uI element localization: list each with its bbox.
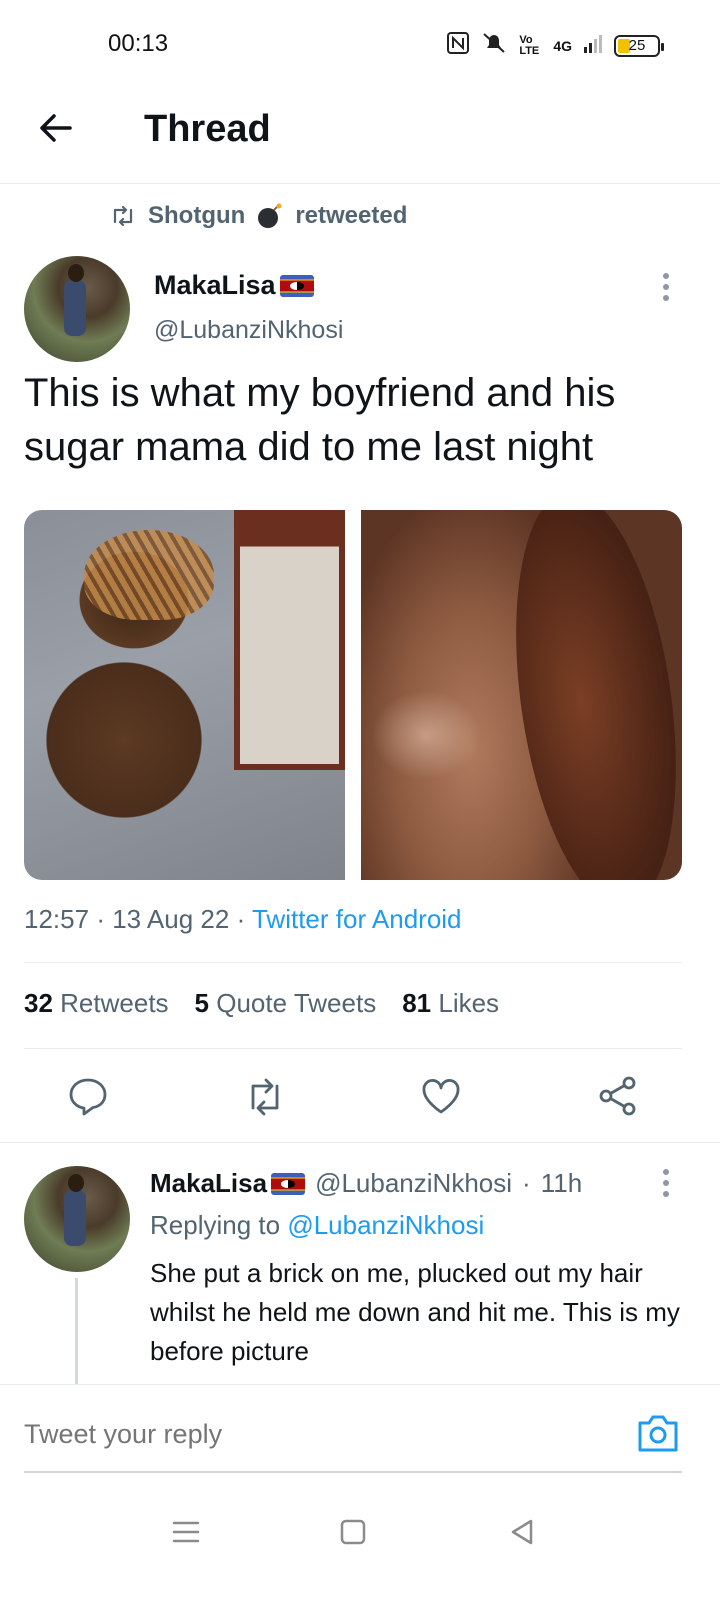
menu-icon — [172, 1521, 200, 1543]
tweet-meta: 12:57 · 13 Aug 22 · Twitter for Android — [24, 904, 462, 935]
quotes-stat[interactable]: 5 Quote Tweets — [195, 988, 377, 1019]
status-icons: Vo LTE 4G 25 — [447, 32, 664, 59]
reply-avatar[interactable] — [24, 1166, 130, 1272]
avatar[interactable] — [24, 256, 130, 362]
menu-button[interactable] — [166, 1512, 206, 1552]
back-triangle-icon — [511, 1519, 533, 1545]
home-square-icon — [340, 1519, 366, 1545]
flag-icon — [279, 274, 314, 297]
reply-author-handle[interactable]: @LubanziNkhosi — [315, 1168, 512, 1199]
divider — [0, 1142, 720, 1143]
page-title: Thread — [144, 108, 271, 150]
like-button[interactable] — [419, 1074, 463, 1118]
retweets-stat[interactable]: 32 Retweets — [24, 988, 169, 1019]
status-time: 00:13 — [108, 30, 169, 57]
tweet-stats: 32 Retweets 5 Quote Tweets 81 Likes — [24, 988, 499, 1019]
author-name: MakaLisa — [154, 270, 276, 300]
tweet-photo-1[interactable] — [24, 510, 345, 880]
divider — [24, 962, 682, 963]
retweeted-label: retweeted — [295, 202, 408, 229]
tweet-text: This is what my boyfriend and his sugar … — [24, 371, 616, 469]
reply-author-name[interactable]: MakaLisa — [150, 1168, 267, 1199]
reply-header: MakaLisa @LubanziNkhosi · 11h — [150, 1168, 582, 1199]
reply-button[interactable] — [66, 1074, 110, 1118]
retweet-note: Shotgun retweeted — [110, 202, 407, 230]
divider — [24, 1048, 682, 1049]
mute-icon — [481, 32, 507, 59]
reply-age: 11h — [540, 1168, 583, 1198]
likes-count: 81 — [402, 988, 432, 1018]
back-arrow-icon — [40, 114, 72, 142]
reply-separator: · — [522, 1168, 531, 1198]
replying-to-handle[interactable]: @LubanziNkhosi — [287, 1210, 484, 1240]
nfc-icon — [447, 32, 470, 59]
reply-composer — [0, 1384, 720, 1484]
likes-label: Likes — [438, 988, 500, 1018]
retweets-label: Retweets — [60, 988, 169, 1018]
meta-separator: · — [96, 904, 113, 934]
reply-more-options-button[interactable] — [656, 1166, 676, 1200]
back-button[interactable] — [34, 106, 78, 150]
retweet-icon — [251, 1078, 279, 1116]
replying-to: Replying to @LubanziNkhosi — [150, 1210, 484, 1241]
meta-separator: · — [236, 904, 252, 934]
volte-icon: Vo LTE — [519, 33, 540, 57]
system-nav-bar — [0, 1490, 720, 1600]
network-icon: 4G — [553, 37, 572, 54]
thread-header: Thread — [0, 90, 720, 184]
system-back-button[interactable] — [502, 1512, 542, 1552]
retweets-count: 32 — [24, 988, 53, 1018]
quotes-count: 5 — [194, 988, 210, 1018]
replying-label: Replying to — [150, 1210, 281, 1240]
camera-icon — [638, 1415, 678, 1452]
share-icon — [599, 1076, 636, 1116]
like-icon — [422, 1079, 460, 1114]
retweeter-name[interactable]: Shotgun — [148, 202, 245, 230]
author-handle[interactable]: @LubanziNkhosi — [154, 316, 343, 345]
retweet-button[interactable] — [243, 1074, 287, 1118]
tweet-time: 12:57 — [24, 904, 90, 934]
flag-icon — [271, 1172, 306, 1195]
more-icon — [663, 273, 669, 301]
bomb-emoji-icon — [257, 203, 283, 229]
home-button[interactable] — [333, 1512, 373, 1552]
quotes-label: Quote Tweets — [216, 988, 377, 1018]
likes-stat[interactable]: 81 Likes — [402, 988, 499, 1019]
battery-level: 25 — [628, 37, 646, 54]
reply-text: She put a brick on me, plucked out my ha… — [150, 1258, 680, 1366]
reply-icon — [69, 1078, 107, 1116]
share-button[interactable] — [596, 1074, 640, 1118]
camera-button[interactable] — [636, 1413, 680, 1453]
more-options-button[interactable] — [656, 270, 676, 304]
more-icon — [663, 1169, 669, 1197]
thread-connector-line — [75, 1278, 78, 1384]
status-bar: 00:13 Vo LTE 4G 25 — [0, 0, 720, 90]
author-name-row[interactable]: MakaLisa — [154, 270, 314, 301]
reply-input[interactable] — [24, 1419, 378, 1450]
signal-icon — [584, 33, 602, 58]
composer-underline — [24, 1471, 682, 1473]
tweet-photo-2[interactable] — [361, 510, 682, 880]
battery-icon: 25 — [614, 34, 664, 57]
tweet-date: 13 Aug 22 — [112, 904, 230, 934]
tweet-source[interactable]: Twitter for Android — [252, 904, 462, 934]
retweet-icon — [113, 205, 133, 227]
